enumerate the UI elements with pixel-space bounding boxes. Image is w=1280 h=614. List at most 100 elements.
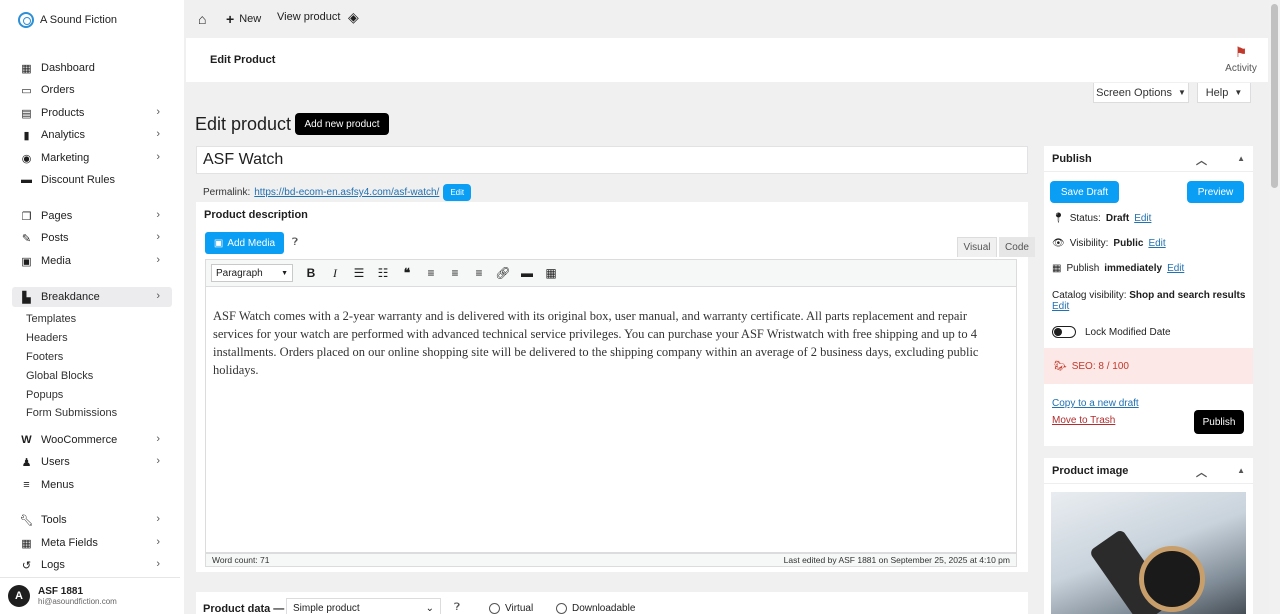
bulleted-list-icon[interactable]: ☰ [347,266,371,280]
permalink-url[interactable]: https://bd-ecom-en.asfsy4.com/asf-watch/ [254,187,439,198]
publish-panel-header[interactable]: Publish ︿ ▲ [1044,146,1253,172]
page-title: Edit product [195,114,292,134]
page-scrollbar[interactable] [1269,0,1280,614]
flag-icon: ⚑ [1234,44,1248,60]
avatar: A [8,585,30,607]
chevron-up-icon[interactable]: ︿ [1196,464,1207,480]
seo-icon: 🐎︎ [1054,360,1067,372]
sidebar-item-analytics[interactable]: ▮ Analytics › [12,125,172,145]
site-logo-icon [18,12,34,28]
analytics-icon: ▮ [23,129,30,142]
screen-options-button[interactable]: Screen Options ▼ [1093,83,1189,103]
sidebar-item-dashboard[interactable]: ▦ Dashboard [12,58,172,78]
lock-modified-date-row: Lock Modified Date [1052,326,1171,338]
visibility-row: 👁︎ Visibility: Public Edit [1052,238,1166,249]
align-center-icon[interactable]: ≡ [443,266,467,280]
breakdance-icon: ▙ [22,291,31,304]
sidebar-item-posts[interactable]: ✎ Posts › [12,228,172,248]
view-product-link[interactable]: View product [277,11,340,23]
submenu-item-footers[interactable]: Footers [26,351,63,363]
numbered-list-icon[interactable]: ☷ [371,266,395,280]
page-header: Edit Product ⚑ Activity [186,38,1268,82]
submenu-item-global-blocks[interactable]: Global Blocks [26,370,93,382]
chevron-up-icon[interactable]: ︿ [1196,152,1207,168]
user-email: hi@asoundfiction.com [38,597,117,606]
align-left-icon[interactable]: ≡ [419,266,443,280]
toggle-panel-icon[interactable]: ▲ [1237,154,1245,163]
add-media-button[interactable]: ▣ Add Media [205,232,284,254]
product-type-select[interactable]: Simple product ⌄ [286,598,441,614]
help-button[interactable]: Help ▼ [1197,83,1251,103]
chevron-right-icon: › [156,254,160,266]
link-icon[interactable]: 🔗︎ [491,266,515,280]
status-edit-link[interactable]: Edit [1134,213,1151,224]
tab-visual[interactable]: Visual [957,237,997,257]
sidebar-item-tools[interactable]: 🔧︎ Tools › [12,510,172,530]
sidebar-item-woocommerce[interactable]: W WooCommerce › [12,430,172,450]
chevron-down-icon: ⌄ [425,602,434,614]
submenu-item-templates[interactable]: Templates [26,313,76,325]
submenu-item-form-submissions[interactable]: Form Submissions [26,407,117,419]
site-brand[interactable]: A Sound Fiction [18,12,117,28]
sidebar-item-marketing[interactable]: ◉ Marketing › [12,148,172,168]
preview-button[interactable]: Preview [1187,181,1244,203]
user-account[interactable]: A ASF 1881 hi@asoundfiction.com [0,577,180,614]
save-draft-button[interactable]: Save Draft [1050,181,1119,203]
scrollbar-thumb[interactable] [1271,4,1278,188]
copy-to-draft-link[interactable]: Copy to a new draft [1052,398,1139,409]
virtual-checkbox[interactable]: Virtual [489,603,533,614]
publish-button[interactable]: Publish [1194,410,1244,434]
format-select[interactable]: Paragraph ▼ [211,264,293,282]
submenu-item-popups[interactable]: Popups [26,389,63,401]
italic-icon[interactable]: I [323,266,347,281]
help-icon[interactable]: ❓︎ [454,602,460,613]
catalog-visibility-edit-link[interactable]: Edit [1052,301,1069,312]
sidebar-item-pages[interactable]: ❐ Pages › [12,206,172,226]
submenu-item-headers[interactable]: Headers [26,332,68,344]
product-data-label: Product data — [203,603,285,614]
tab-code[interactable]: Code [999,237,1035,257]
downloadable-checkbox[interactable]: Downloadable [556,603,635,614]
sidebar-item-products[interactable]: ▤ Products › [12,103,172,123]
publish-date-edit-link[interactable]: Edit [1167,263,1184,274]
product-image[interactable] [1051,492,1246,614]
description-editor[interactable]: ASF Watch comes with a 2-year warranty a… [205,287,1017,553]
blockquote-icon[interactable]: ❝ [395,266,419,280]
help-icon[interactable]: ❓︎ [292,237,298,248]
product-title-input[interactable]: ASF Watch [196,146,1028,174]
publish-date-row: ▦ Publish immediately Edit [1052,263,1185,274]
sidebar-item-meta-fields[interactable]: ▦ Meta Fields › [12,533,172,553]
lock-modified-date-toggle[interactable] [1052,326,1076,338]
breakdance-toolbar-button[interactable]: ◈ [348,9,359,26]
sidebar-item-breakdance[interactable]: ▙ Breakdance › [12,287,172,307]
product-image-panel: Product image ︿ ▲ [1044,458,1253,614]
users-icon: ♟ [21,456,32,469]
sidebar-item-logs[interactable]: ↺ Logs › [12,555,172,575]
new-button[interactable]: + New [226,11,261,27]
bold-icon[interactable]: B [299,266,323,280]
sidebar-item-orders[interactable]: ▭ Orders [12,80,172,100]
read-more-icon[interactable]: ▬ [515,266,539,280]
activity-button[interactable]: ⚑ Activity [1224,44,1258,74]
home-button[interactable]: ⌂ [198,11,206,27]
sidebar-item-discount-rules[interactable]: ▬ Discount Rules [12,170,172,190]
chevron-right-icon: › [156,128,160,140]
toolbar-toggle-icon[interactable]: ▦ [539,266,563,280]
seo-score[interactable]: 🐎︎ SEO: 8 / 100 [1044,348,1253,384]
chevron-right-icon: › [156,558,160,570]
word-count: Word count: 71 [212,555,270,565]
add-new-product-button[interactable]: Add new product [295,113,389,135]
toggle-panel-icon[interactable]: ▲ [1237,466,1245,475]
watch-face-shape [1139,546,1205,612]
visibility-edit-link[interactable]: Edit [1148,238,1165,249]
sidebar-item-media[interactable]: ▣ Media › [12,251,172,271]
product-image-panel-header[interactable]: Product image ︿ ▲ [1044,458,1253,484]
sidebar-item-users[interactable]: ♟ Users › [12,452,172,472]
sidebar-item-menus[interactable]: ≡ Menus [12,475,172,495]
permalink-edit-button[interactable]: Edit [443,184,472,201]
product-description-label: Product description [204,209,308,221]
move-to-trash-link[interactable]: Move to Trash [1052,415,1115,426]
user-name: ASF 1881 [38,586,84,597]
caret-down-icon: ▼ [1177,88,1186,97]
align-right-icon[interactable]: ≡ [467,266,491,280]
